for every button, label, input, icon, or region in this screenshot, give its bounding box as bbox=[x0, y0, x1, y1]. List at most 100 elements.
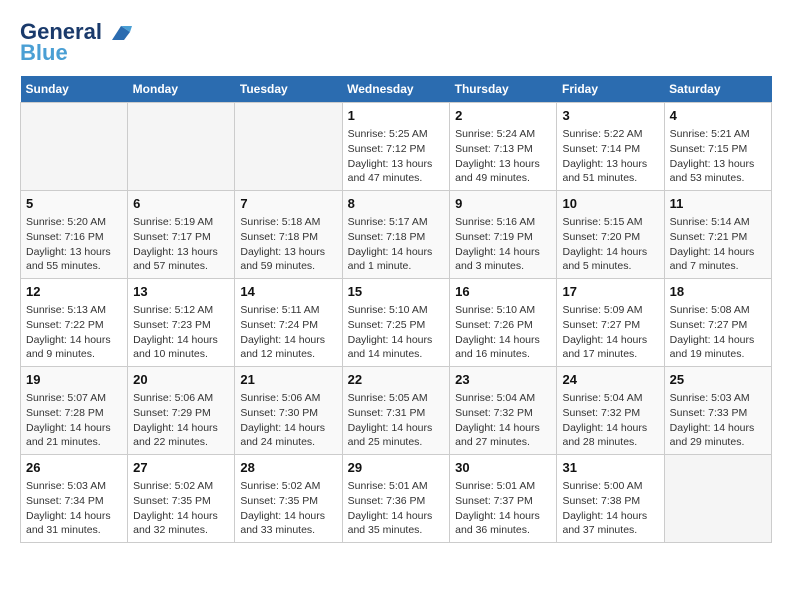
day-info: Sunrise: 5:14 AMSunset: 7:21 PMDaylight:… bbox=[670, 215, 766, 274]
day-number: 1 bbox=[348, 107, 445, 125]
calendar-cell: 13 Sunrise: 5:12 AMSunset: 7:23 PMDayligh… bbox=[128, 279, 235, 367]
day-number: 20 bbox=[133, 371, 229, 389]
day-info: Sunrise: 5:24 AMSunset: 7:13 PMDaylight:… bbox=[455, 127, 551, 186]
day-info: Sunrise: 5:22 AMSunset: 7:14 PMDaylight:… bbox=[562, 127, 658, 186]
day-number: 10 bbox=[562, 195, 658, 213]
day-number: 12 bbox=[26, 283, 122, 301]
day-number: 14 bbox=[240, 283, 336, 301]
day-info: Sunrise: 5:15 AMSunset: 7:20 PMDaylight:… bbox=[562, 215, 658, 274]
calendar-cell: 19Sunrise: 5:07 AMSunset: 7:28 PMDayligh… bbox=[21, 367, 128, 455]
day-info: Sunrise: 5:05 AMSunset: 7:31 PMDaylight:… bbox=[348, 391, 445, 450]
day-number: 21 bbox=[240, 371, 336, 389]
day-info: Sunrise: 5:16 AMSunset: 7:19 PMDaylight:… bbox=[455, 215, 551, 274]
calendar-week-1: 1Sunrise: 5:25 AMSunset: 7:12 PMDaylight… bbox=[21, 103, 772, 191]
logo: General Blue bbox=[20, 20, 132, 66]
day-number: 9 bbox=[455, 195, 551, 213]
day-number: 8 bbox=[348, 195, 445, 213]
logo-icon bbox=[110, 22, 132, 44]
day-info: Sunrise: 5:02 AMSunset: 7:35 PMDaylight:… bbox=[133, 479, 229, 538]
calendar-cell: 14 Sunrise: 5:11 AMSunset: 7:24 PMDayligh… bbox=[235, 279, 342, 367]
calendar-cell: 3 Sunrise: 5:22 AMSunset: 7:14 PMDaylight… bbox=[557, 103, 664, 191]
calendar-week-3: 12 Sunrise: 5:13 AMSunset: 7:22 PMDayligh… bbox=[21, 279, 772, 367]
day-info: Sunrise: 5:17 AMSunset: 7:18 PMDaylight:… bbox=[348, 215, 445, 274]
day-number: 5 bbox=[26, 195, 122, 213]
day-number: 23 bbox=[455, 371, 551, 389]
calendar-cell: 26 Sunrise: 5:03 AMSunset: 7:34 PMDayligh… bbox=[21, 454, 128, 542]
page-header: General Blue bbox=[20, 20, 772, 66]
day-info: Sunrise: 5:00 AMSunset: 7:38 PMDaylight:… bbox=[562, 479, 658, 538]
day-number: 16 bbox=[455, 283, 551, 301]
weekday-header-sunday: Sunday bbox=[21, 76, 128, 103]
calendar-cell: 11 Sunrise: 5:14 AMSunset: 7:21 PMDayligh… bbox=[664, 191, 771, 279]
calendar-week-2: 5 Sunrise: 5:20 AMSunset: 7:16 PMDaylight… bbox=[21, 191, 772, 279]
calendar-week-4: 19Sunrise: 5:07 AMSunset: 7:28 PMDayligh… bbox=[21, 367, 772, 455]
day-info: Sunrise: 5:10 AMSunset: 7:26 PMDaylight:… bbox=[455, 303, 551, 362]
calendar-cell: 17 Sunrise: 5:09 AMSunset: 7:27 PMDayligh… bbox=[557, 279, 664, 367]
day-number: 11 bbox=[670, 195, 766, 213]
calendar-cell: 15 Sunrise: 5:10 AMSunset: 7:25 PMDayligh… bbox=[342, 279, 450, 367]
day-number: 29 bbox=[348, 459, 445, 477]
calendar-cell: 4Sunrise: 5:21 AMSunset: 7:15 PMDaylight… bbox=[664, 103, 771, 191]
calendar-cell bbox=[128, 103, 235, 191]
day-number: 22 bbox=[348, 371, 445, 389]
day-info: Sunrise: 5:19 AMSunset: 7:17 PMDaylight:… bbox=[133, 215, 229, 274]
day-number: 3 bbox=[562, 107, 658, 125]
day-number: 6 bbox=[133, 195, 229, 213]
day-number: 13 bbox=[133, 283, 229, 301]
weekday-header-friday: Friday bbox=[557, 76, 664, 103]
day-info: Sunrise: 5:13 AMSunset: 7:22 PMDaylight:… bbox=[26, 303, 122, 362]
day-info: Sunrise: 5:21 AMSunset: 7:15 PMDaylight:… bbox=[670, 127, 766, 186]
day-number: 26 bbox=[26, 459, 122, 477]
calendar-cell: 18 Sunrise: 5:08 AMSunset: 7:27 PMDayligh… bbox=[664, 279, 771, 367]
day-number: 30 bbox=[455, 459, 551, 477]
calendar-cell: 23 Sunrise: 5:04 AMSunset: 7:32 PMDayligh… bbox=[450, 367, 557, 455]
day-number: 27 bbox=[133, 459, 229, 477]
calendar-cell: 31 Sunrise: 5:00 AMSunset: 7:38 PMDayligh… bbox=[557, 454, 664, 542]
day-number: 2 bbox=[455, 107, 551, 125]
calendar-cell bbox=[21, 103, 128, 191]
day-info: Sunrise: 5:03 AMSunset: 7:34 PMDaylight:… bbox=[26, 479, 122, 538]
weekday-header-tuesday: Tuesday bbox=[235, 76, 342, 103]
calendar-body: 1Sunrise: 5:25 AMSunset: 7:12 PMDaylight… bbox=[21, 103, 772, 543]
calendar-cell: 22 Sunrise: 5:05 AMSunset: 7:31 PMDayligh… bbox=[342, 367, 450, 455]
calendar-cell: 1Sunrise: 5:25 AMSunset: 7:12 PMDaylight… bbox=[342, 103, 450, 191]
calendar-cell: 5 Sunrise: 5:20 AMSunset: 7:16 PMDaylight… bbox=[21, 191, 128, 279]
day-info: Sunrise: 5:20 AMSunset: 7:16 PMDaylight:… bbox=[26, 215, 122, 274]
weekday-header-wednesday: Wednesday bbox=[342, 76, 450, 103]
day-info: Sunrise: 5:04 AMSunset: 7:32 PMDaylight:… bbox=[455, 391, 551, 450]
calendar-cell: 25Sunrise: 5:03 AMSunset: 7:33 PMDayligh… bbox=[664, 367, 771, 455]
calendar-cell: 9 Sunrise: 5:16 AMSunset: 7:19 PMDaylight… bbox=[450, 191, 557, 279]
calendar-cell: 8 Sunrise: 5:17 AMSunset: 7:18 PMDaylight… bbox=[342, 191, 450, 279]
calendar-table: SundayMondayTuesdayWednesdayThursdayFrid… bbox=[20, 76, 772, 543]
day-info: Sunrise: 5:09 AMSunset: 7:27 PMDaylight:… bbox=[562, 303, 658, 362]
day-number: 24 bbox=[562, 371, 658, 389]
weekday-header-thursday: Thursday bbox=[450, 76, 557, 103]
calendar-cell bbox=[664, 454, 771, 542]
calendar-cell: 7 Sunrise: 5:18 AMSunset: 7:18 PMDaylight… bbox=[235, 191, 342, 279]
day-info: Sunrise: 5:06 AMSunset: 7:29 PMDaylight:… bbox=[133, 391, 229, 450]
calendar-cell: 2 Sunrise: 5:24 AMSunset: 7:13 PMDaylight… bbox=[450, 103, 557, 191]
calendar-cell: 10 Sunrise: 5:15 AMSunset: 7:20 PMDayligh… bbox=[557, 191, 664, 279]
day-number: 17 bbox=[562, 283, 658, 301]
day-info: Sunrise: 5:11 AMSunset: 7:24 PMDaylight:… bbox=[240, 303, 336, 362]
weekday-header-monday: Monday bbox=[128, 76, 235, 103]
day-info: Sunrise: 5:12 AMSunset: 7:23 PMDaylight:… bbox=[133, 303, 229, 362]
day-number: 31 bbox=[562, 459, 658, 477]
calendar-cell: 24Sunrise: 5:04 AMSunset: 7:32 PMDayligh… bbox=[557, 367, 664, 455]
day-info: Sunrise: 5:10 AMSunset: 7:25 PMDaylight:… bbox=[348, 303, 445, 362]
day-info: Sunrise: 5:03 AMSunset: 7:33 PMDaylight:… bbox=[670, 391, 766, 450]
calendar-cell: 16 Sunrise: 5:10 AMSunset: 7:26 PMDayligh… bbox=[450, 279, 557, 367]
day-number: 15 bbox=[348, 283, 445, 301]
day-info: Sunrise: 5:18 AMSunset: 7:18 PMDaylight:… bbox=[240, 215, 336, 274]
day-info: Sunrise: 5:01 AMSunset: 7:36 PMDaylight:… bbox=[348, 479, 445, 538]
day-info: Sunrise: 5:02 AMSunset: 7:35 PMDaylight:… bbox=[240, 479, 336, 538]
calendar-cell: 30 Sunrise: 5:01 AMSunset: 7:37 PMDayligh… bbox=[450, 454, 557, 542]
day-info: Sunrise: 5:01 AMSunset: 7:37 PMDaylight:… bbox=[455, 479, 551, 538]
day-number: 18 bbox=[670, 283, 766, 301]
calendar-cell: 28 Sunrise: 5:02 AMSunset: 7:35 PMDayligh… bbox=[235, 454, 342, 542]
day-number: 28 bbox=[240, 459, 336, 477]
calendar-cell: 12 Sunrise: 5:13 AMSunset: 7:22 PMDayligh… bbox=[21, 279, 128, 367]
day-number: 7 bbox=[240, 195, 336, 213]
day-info: Sunrise: 5:08 AMSunset: 7:27 PMDaylight:… bbox=[670, 303, 766, 362]
calendar-cell: 29 Sunrise: 5:01 AMSunset: 7:36 PMDayligh… bbox=[342, 454, 450, 542]
